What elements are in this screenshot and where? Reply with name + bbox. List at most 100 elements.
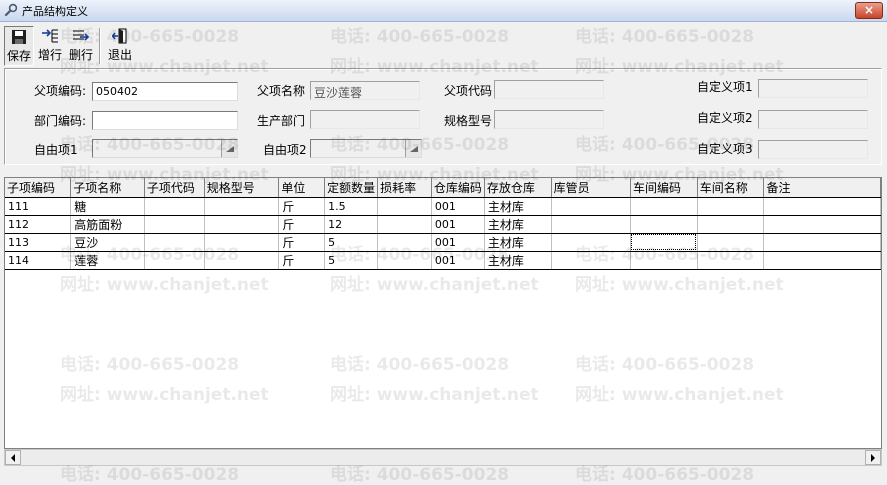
table-cell[interactable] [697, 215, 765, 234]
table-cell[interactable]: 糖 [70, 197, 145, 216]
exit-button[interactable]: 退出 [105, 26, 135, 66]
table-cell[interactable]: 1.5 [324, 197, 379, 216]
column-header[interactable]: 存放仓库 [484, 178, 552, 198]
add-row-button[interactable]: 增行 [35, 26, 65, 66]
free1-dropdown-button[interactable] [221, 140, 237, 157]
table-cell[interactable]: 斤 [278, 233, 326, 252]
custom1-label: 自定义项1 [697, 80, 753, 94]
table-cell[interactable]: 斤 [278, 197, 326, 216]
prod-dept-input [310, 110, 420, 129]
arrow-left-icon [11, 454, 15, 462]
table-cell[interactable] [630, 251, 698, 270]
table-cell[interactable] [377, 197, 432, 216]
table-cell[interactable]: 112 [5, 215, 72, 234]
title-bar: 产品结构定义 × [0, 0, 887, 22]
table-cell[interactable] [551, 215, 631, 234]
table-cell[interactable] [763, 233, 881, 252]
table-cell[interactable] [630, 215, 698, 234]
table-cell[interactable] [697, 233, 765, 252]
table-cell[interactable] [204, 233, 280, 252]
table-cell[interactable]: 主材库 [484, 233, 552, 252]
focused-cell[interactable] [630, 233, 698, 252]
prod-dept-label: 生产部门 [257, 114, 306, 128]
column-header[interactable]: 子项名称 [70, 178, 145, 198]
horizontal-scrollbar[interactable] [4, 449, 882, 466]
table-cell[interactable]: 113 [5, 233, 72, 252]
free2-combo[interactable] [310, 139, 422, 158]
table-cell[interactable] [144, 197, 205, 216]
spec-input [494, 110, 604, 129]
wrench-icon [4, 3, 18, 17]
column-header[interactable]: 损耗率 [377, 178, 432, 198]
table-cell[interactable] [551, 197, 631, 216]
table-cell[interactable]: 12 [324, 215, 379, 234]
table-cell[interactable]: 莲蓉 [70, 251, 145, 270]
table-cell[interactable]: 高筋面粉 [70, 215, 145, 234]
free1-combo[interactable] [92, 139, 238, 158]
grid-header-row: 子项编码 子项名称 子项代码 规格型号 单位 定额数量 损耗率 仓库编码 存放仓… [5, 178, 881, 198]
table-cell[interactable]: 斤 [278, 215, 326, 234]
table-cell[interactable]: 001 [431, 215, 485, 234]
scroll-left-button[interactable] [5, 450, 21, 465]
add-row-label: 增行 [37, 48, 62, 62]
table-cell[interactable] [697, 251, 765, 270]
column-header[interactable]: 子项代码 [144, 178, 205, 198]
table-cell[interactable] [144, 233, 205, 252]
free2-dropdown-button[interactable] [405, 140, 421, 157]
column-header[interactable]: 仓库编码 [431, 178, 485, 198]
column-header[interactable]: 备注 [763, 178, 881, 198]
delete-row-icon [73, 30, 90, 41]
table-cell[interactable] [763, 197, 881, 216]
table-cell[interactable]: 5 [324, 251, 379, 270]
table-cell[interactable]: 斤 [278, 251, 326, 270]
parent-alias-input [494, 80, 604, 99]
table-cell[interactable] [551, 251, 631, 270]
table-cell[interactable] [204, 251, 280, 270]
column-header[interactable]: 子项编码 [5, 178, 72, 198]
save-button[interactable]: 保存 [4, 26, 34, 66]
column-header[interactable]: 定额数量 [324, 178, 379, 198]
table-cell[interactable] [763, 215, 881, 234]
table-cell[interactable] [377, 215, 432, 234]
table-cell[interactable]: 主材库 [484, 215, 552, 234]
column-header[interactable]: 车间编码 [630, 178, 698, 198]
exit-label: 退出 [107, 48, 132, 62]
table-cell[interactable] [204, 215, 280, 234]
table-cell[interactable]: 114 [5, 251, 72, 270]
table-cell[interactable]: 主材库 [484, 251, 552, 270]
table-row[interactable]: 111 糖 斤 1.5 001 主材库 [5, 197, 881, 216]
column-header[interactable]: 库管员 [551, 178, 631, 198]
table-cell[interactable]: 001 [431, 197, 485, 216]
table-cell[interactable] [144, 251, 205, 270]
custom3-label: 自定义项3 [697, 142, 753, 156]
custom1-input [758, 79, 868, 98]
table-row[interactable]: 112 高筋面粉 斤 12 001 主材库 [5, 215, 881, 234]
table-cell[interactable] [377, 251, 432, 270]
table-cell[interactable] [697, 197, 765, 216]
table-cell[interactable] [204, 197, 280, 216]
table-cell[interactable]: 001 [431, 251, 485, 270]
table-cell[interactable] [144, 215, 205, 234]
delete-row-button[interactable]: 删行 [66, 26, 96, 66]
table-cell[interactable] [763, 251, 881, 270]
table-cell[interactable] [377, 233, 432, 252]
table-row[interactable]: 114 莲蓉 斤 5 001 主材库 [5, 251, 881, 270]
table-cell[interactable] [551, 233, 631, 252]
column-header[interactable]: 规格型号 [204, 178, 280, 198]
table-cell[interactable]: 001 [431, 233, 485, 252]
table-cell[interactable]: 主材库 [484, 197, 552, 216]
column-header[interactable]: 车间名称 [697, 178, 765, 198]
table-cell[interactable]: 111 [5, 197, 72, 216]
dept-code-input[interactable] [92, 111, 238, 130]
table-row[interactable]: 113 豆沙 斤 5 001 主材库 [5, 233, 881, 252]
parent-code-input[interactable]: 050402 [92, 82, 238, 101]
table-cell[interactable]: 豆沙 [70, 233, 145, 252]
close-button[interactable]: × [855, 2, 883, 19]
parent-alias-label: 父项代码 [444, 84, 493, 98]
table-cell[interactable]: 5 [324, 233, 379, 252]
column-header[interactable]: 单位 [278, 178, 326, 198]
bom-grid[interactable]: 子项编码 子项名称 子项代码 规格型号 单位 定额数量 损耗率 仓库编码 存放仓… [4, 177, 882, 449]
parent-name-label: 父项名称 [257, 84, 306, 98]
scroll-right-button[interactable] [865, 450, 881, 465]
table-cell[interactable] [630, 197, 698, 216]
